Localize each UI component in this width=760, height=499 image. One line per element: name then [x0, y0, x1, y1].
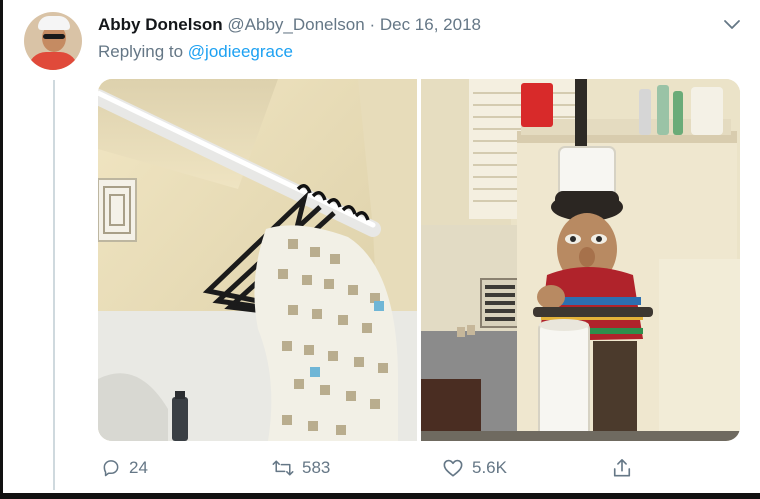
avatar-cap — [38, 16, 70, 30]
retweet-count: 583 — [302, 458, 331, 477]
reply-count: 24 — [129, 458, 148, 477]
replying-to-line: Replying to @jodieegrace — [98, 41, 293, 63]
more-options-button[interactable] — [720, 14, 744, 36]
author-handle[interactable]: @Abby_Donelson — [227, 15, 364, 34]
reply-icon — [103, 460, 119, 477]
chevron-down-icon — [724, 20, 740, 29]
reply-button[interactable]: 24 — [101, 455, 148, 481]
tweet-action-bar: 24 583 5.6K — [0, 455, 760, 481]
author-name[interactable]: Abby Donelson — [98, 15, 223, 34]
window-frame-bottom — [0, 493, 760, 499]
toilet-paper-photo-graphic — [421, 79, 740, 441]
replying-to-mention[interactable]: @jodieegrace — [188, 42, 293, 61]
like-count: 5.6K — [472, 458, 507, 477]
photo-toilet-paper-figurine[interactable] — [421, 79, 740, 441]
shower-rod-photo-graphic — [98, 79, 417, 441]
tweet-date[interactable]: Dec 16, 2018 — [380, 15, 481, 34]
avatar[interactable] — [24, 12, 82, 70]
share-icon — [613, 459, 631, 477]
retweet-icon — [272, 460, 294, 476]
avatar-sunglasses — [43, 34, 65, 39]
heart-icon — [443, 459, 463, 477]
header-separator: · — [369, 15, 376, 34]
share-button[interactable] — [612, 455, 632, 481]
retweet-button[interactable]: 583 — [272, 455, 330, 481]
tweet-header: Abby Donelson @Abby_Donelson · Dec 16, 2… — [98, 14, 481, 36]
photo-shower-rod[interactable] — [98, 79, 417, 441]
window-frame-left — [0, 0, 3, 499]
thread-connector-line — [53, 80, 55, 490]
tweet-media — [98, 79, 740, 441]
like-button[interactable]: 5.6K — [442, 455, 507, 481]
avatar-shirt — [28, 52, 78, 70]
replying-to-prefix: Replying to — [98, 42, 188, 61]
